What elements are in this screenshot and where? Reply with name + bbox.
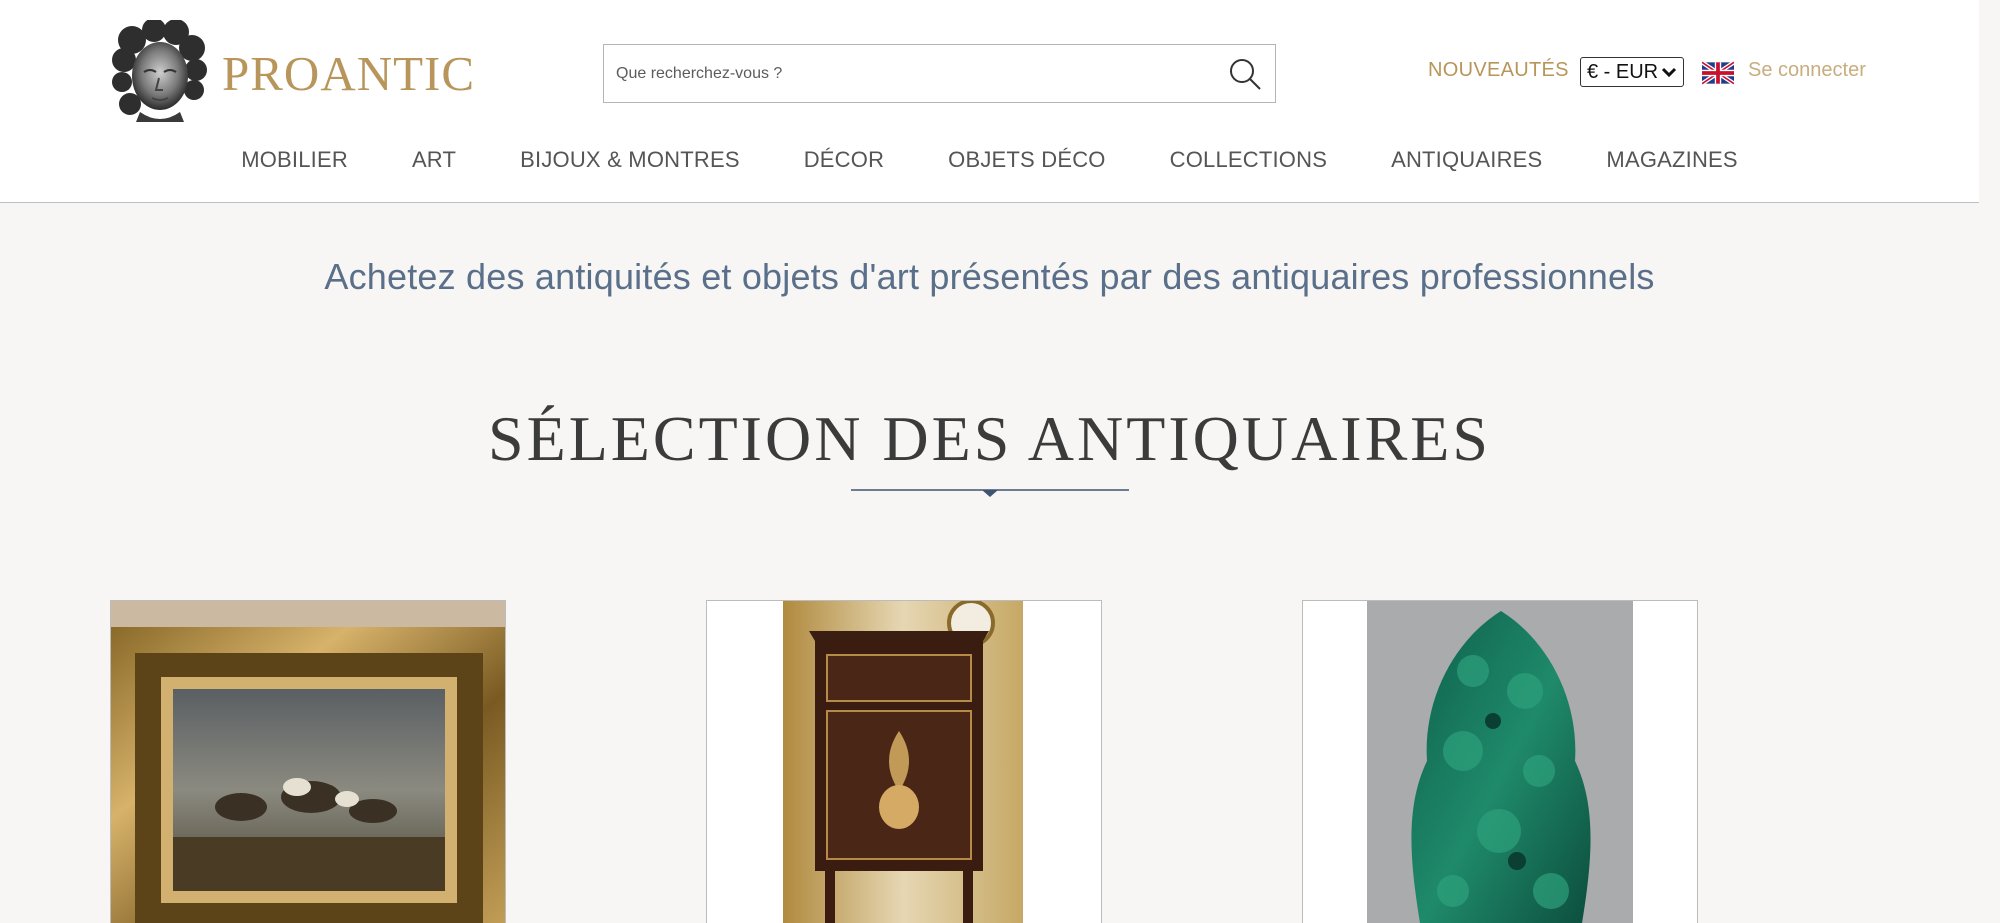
- product-image-painting: [111, 601, 505, 923]
- currency-select[interactable]: € - EUR: [1580, 57, 1684, 87]
- search-icon: [1230, 58, 1261, 90]
- nav-item-antiquaires[interactable]: ANTIQUAIRES: [1391, 147, 1542, 173]
- nav-item-decor[interactable]: DÉCOR: [804, 147, 884, 173]
- site-header: PROANTIC NOUVEAUTÉS € - EUR: [0, 0, 1979, 203]
- title-divider: [851, 489, 1129, 497]
- search-button[interactable]: [1215, 45, 1275, 102]
- main-nav: MOBILIER ART BIJOUX & MONTRES DÉCOR OBJE…: [0, 147, 1979, 173]
- search-input[interactable]: [604, 45, 1215, 102]
- section-title: SÉLECTION DES ANTIQUAIRES: [488, 403, 1491, 474]
- currency-selected-value: € - EUR: [1587, 60, 1659, 83]
- product-card[interactable]: [110, 600, 506, 923]
- product-card[interactable]: [706, 600, 1102, 923]
- nouveautes-link[interactable]: NOUVEAUTÉS: [1428, 59, 1569, 82]
- page: PROANTIC NOUVEAUTÉS € - EUR: [0, 0, 1979, 923]
- nav-item-magazines[interactable]: MAGAZINES: [1606, 147, 1737, 173]
- logo-bust-icon: [112, 20, 207, 122]
- nav-item-bijoux-montres[interactable]: BIJOUX & MONTRES: [520, 147, 740, 173]
- search-box: [603, 44, 1276, 103]
- hero-tagline: Achetez des antiquités et objets d'art p…: [324, 256, 1655, 297]
- login-link[interactable]: Se connecter: [1748, 59, 1866, 82]
- product-image-cabinet: [707, 601, 1101, 923]
- nav-item-art[interactable]: ART: [412, 147, 456, 173]
- chevron-down-icon: [1661, 67, 1677, 78]
- product-image-malachite: [1303, 601, 1697, 923]
- brand-name: PROANTIC: [222, 45, 476, 101]
- nav-item-objets-deco[interactable]: OBJETS DÉCO: [948, 147, 1105, 173]
- nav-item-mobilier[interactable]: MOBILIER: [241, 147, 348, 173]
- product-card[interactable]: [1302, 600, 1698, 923]
- nav-item-collections[interactable]: COLLECTIONS: [1170, 147, 1327, 173]
- uk-flag-icon[interactable]: [1702, 61, 1734, 85]
- logo-link[interactable]: PROANTIC: [110, 20, 475, 122]
